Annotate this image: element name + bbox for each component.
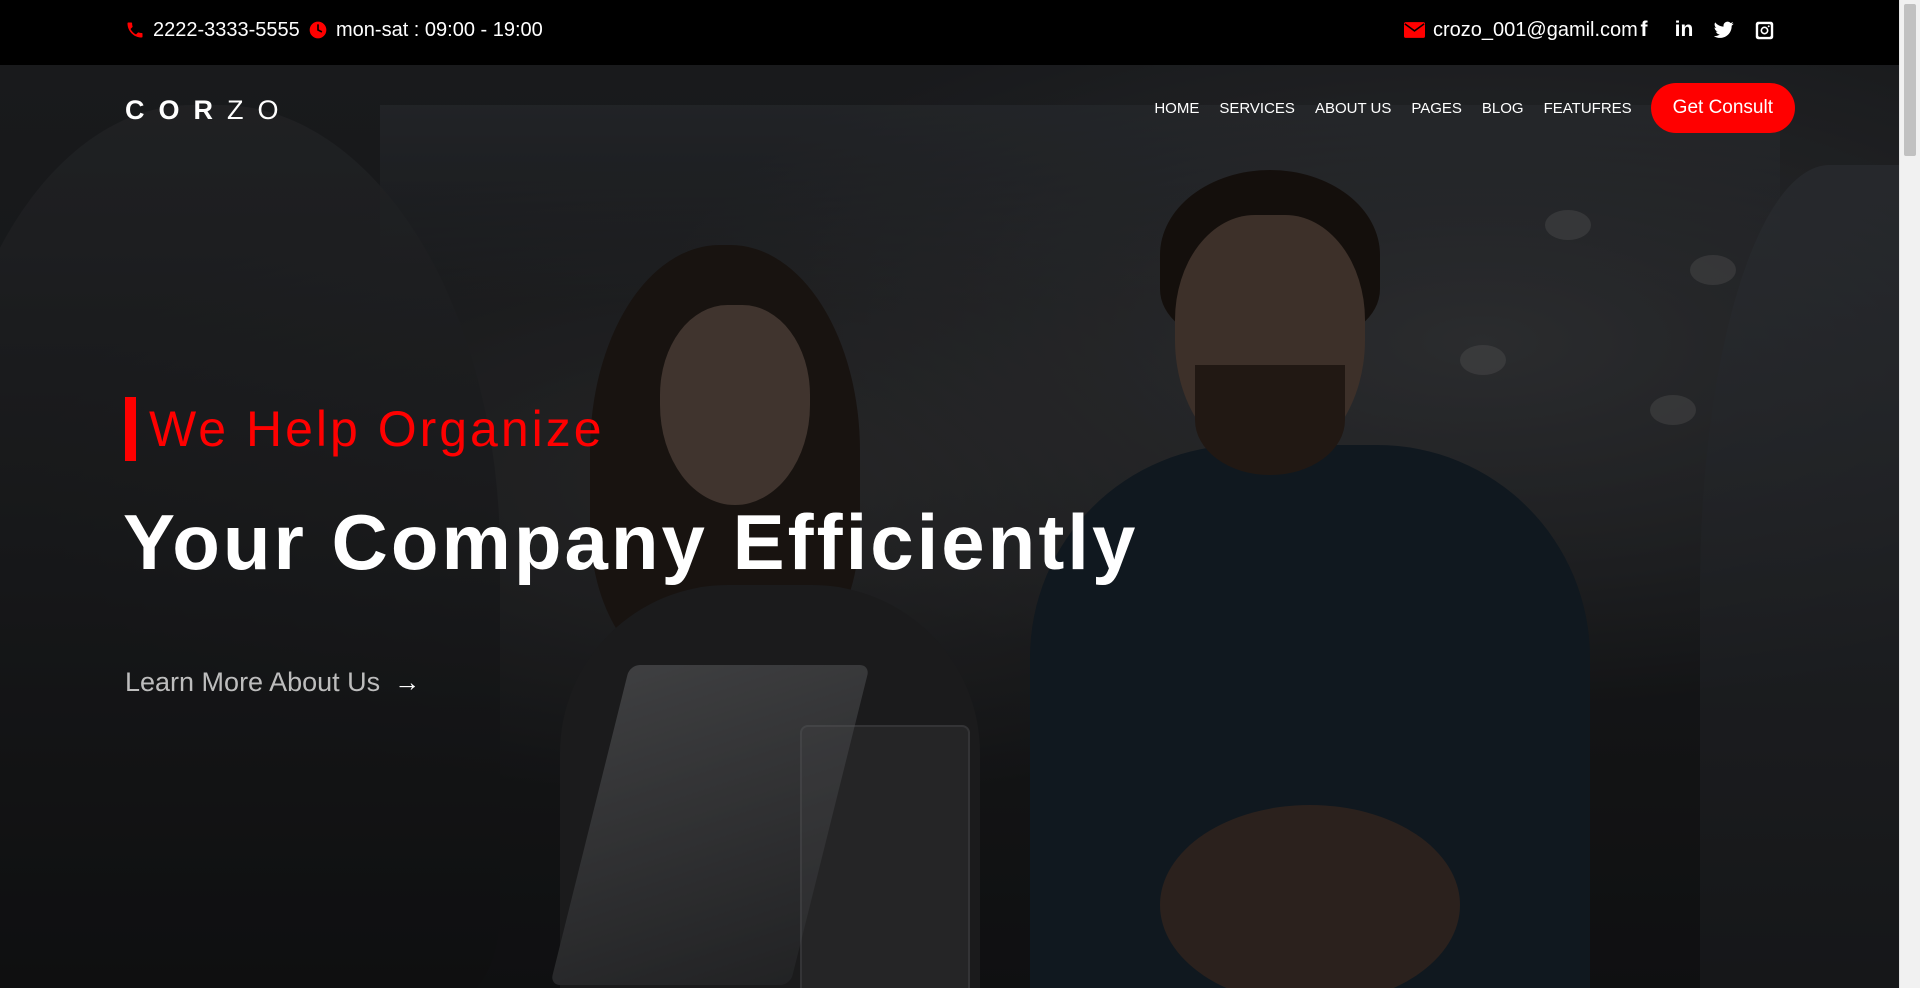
facebook-icon[interactable]: f — [1634, 18, 1654, 41]
page: 2222-3333-5555 mon-sat : 09:00 - 19:00 c… — [0, 0, 1920, 988]
nav-about-us[interactable]: ABOUT US — [1315, 100, 1391, 117]
email-address: crozo_001@gamil.com — [1433, 18, 1638, 41]
nav-pages[interactable]: PAGES — [1411, 100, 1462, 117]
scrollbar-thumb[interactable] — [1904, 4, 1916, 156]
nav-services[interactable]: SERVICES — [1219, 100, 1295, 117]
accent-bar — [125, 397, 136, 461]
page-scrollbar[interactable] — [1899, 0, 1920, 988]
opening-hours: mon-sat : 09:00 - 19:00 — [308, 0, 543, 60]
main-nav: HOME SERVICES ABOUT US PAGES BLOG FEATUF… — [1134, 83, 1795, 133]
arrow-right-icon: → — [394, 667, 421, 697]
hero-eyebrow: We Help Organize — [125, 397, 605, 461]
top-contact-bar: 2222-3333-5555 mon-sat : 09:00 - 19:00 c… — [0, 0, 1899, 65]
linkedin-icon[interactable]: in — [1674, 18, 1694, 41]
site-logo[interactable]: CORZO — [125, 95, 293, 126]
learn-more-text: Learn More About Us — [125, 667, 381, 697]
hero-headline: Your Company Efficiently — [123, 498, 1139, 586]
phone-icon — [125, 20, 145, 40]
logo-light-text: ZO — [227, 95, 293, 125]
phone-number: 2222-3333-5555 — [153, 18, 300, 41]
hours-text: mon-sat : 09:00 - 19:00 — [336, 18, 543, 41]
clock-icon — [308, 20, 328, 40]
get-consult-button[interactable]: Get Consult — [1650, 83, 1795, 133]
learn-more-link[interactable]: Learn More About Us → — [125, 667, 420, 698]
nav-blog[interactable]: BLOG — [1482, 100, 1524, 117]
nav-features[interactable]: FEATUFRES — [1544, 100, 1632, 117]
email-contact[interactable]: crozo_001@gamil.com — [1404, 0, 1638, 60]
envelope-icon — [1404, 22, 1425, 38]
logo-bold-text: COR — [125, 95, 227, 125]
phone-contact[interactable]: 2222-3333-5555 — [125, 0, 300, 60]
nav-home[interactable]: HOME — [1154, 100, 1199, 117]
instagram-icon[interactable] — [1754, 19, 1774, 41]
social-links: f in — [1634, 0, 1774, 60]
twitter-icon[interactable] — [1714, 19, 1734, 41]
hero-eyebrow-text: We Help Organize — [149, 401, 605, 457]
